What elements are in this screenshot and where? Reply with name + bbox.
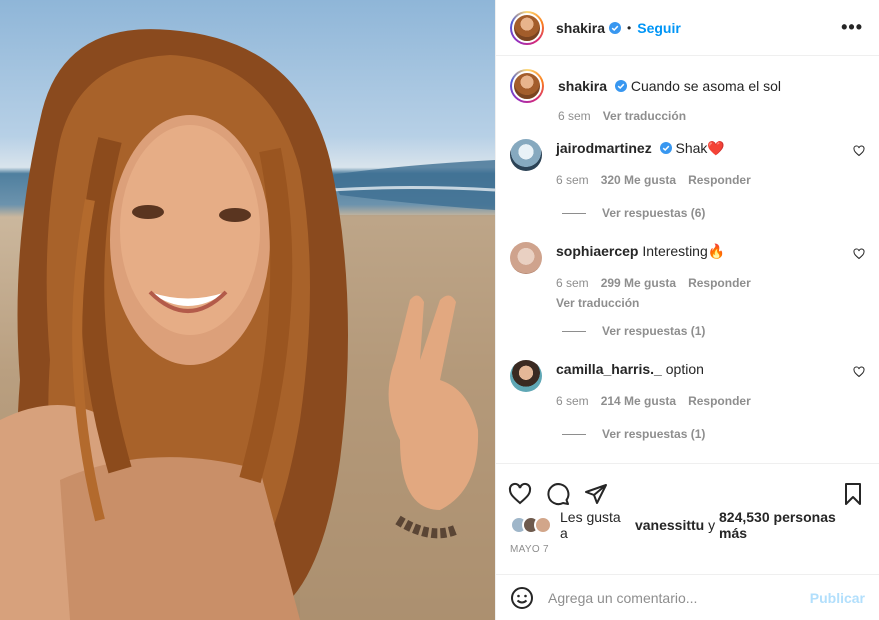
comment-row: jairodmartinez Shak❤️ 6 sem 320 Me gusta… bbox=[510, 139, 865, 189]
comment-time[interactable]: 6 sem bbox=[556, 274, 589, 292]
share-icon[interactable] bbox=[584, 482, 608, 506]
caption-text: Cuando se asoma el sol bbox=[630, 78, 782, 94]
liker-avatars[interactable] bbox=[510, 516, 552, 534]
caption-username[interactable]: shakira bbox=[558, 78, 607, 94]
view-replies-link[interactable]: Ver respuestas (1) bbox=[562, 427, 705, 441]
comment-time[interactable]: 6 sem bbox=[556, 392, 589, 410]
replies-divider bbox=[562, 433, 586, 435]
translate-link[interactable]: Ver traducción bbox=[556, 294, 865, 312]
caption-avatar[interactable] bbox=[510, 69, 544, 103]
publish-button[interactable]: Publicar bbox=[810, 590, 865, 606]
comments-list: shakira Cuando se asoma el sol 6 sem Ver… bbox=[496, 57, 879, 462]
separator-dot: • bbox=[627, 20, 632, 35]
view-replies-label[interactable]: Ver respuestas (1) bbox=[602, 324, 705, 338]
replies-divider bbox=[562, 330, 586, 332]
translate-link[interactable]: Ver traducción bbox=[603, 107, 686, 125]
like-comment-heart-icon[interactable] bbox=[853, 248, 865, 260]
emoji-icon[interactable] bbox=[510, 586, 534, 610]
likes-others-link[interactable]: 824,530 personas más bbox=[719, 509, 865, 541]
comment-likes[interactable]: 320 Me gusta bbox=[601, 171, 676, 189]
post-header: shakira • Seguir ••• bbox=[496, 0, 879, 56]
author-username[interactable]: shakira bbox=[556, 20, 605, 36]
comment-likes[interactable]: 299 Me gusta bbox=[601, 274, 676, 292]
reply-button[interactable]: Responder bbox=[688, 274, 751, 292]
comment-row: sophiaercep Interesting🔥 6 sem 299 Me gu… bbox=[510, 242, 865, 312]
likes-prefix: Les gusta a bbox=[560, 509, 621, 541]
caption-time[interactable]: 6 sem bbox=[558, 107, 591, 125]
likes-summary: Les gusta a vanessittu y 824,530 persona… bbox=[496, 509, 879, 541]
view-replies-link[interactable]: Ver respuestas (1) bbox=[562, 324, 705, 338]
comment-row: camilla_harris._ option 6 sem 214 Me gus… bbox=[510, 360, 865, 410]
heart-icon[interactable] bbox=[508, 482, 532, 506]
comment-icon[interactable] bbox=[546, 482, 570, 506]
like-comment-heart-icon[interactable] bbox=[853, 145, 865, 157]
comment-time[interactable]: 6 sem bbox=[556, 171, 589, 189]
commenter-username[interactable]: sophiaercep bbox=[556, 243, 638, 259]
comment-text: Shak❤️ bbox=[675, 140, 725, 156]
replies-divider bbox=[562, 212, 586, 214]
comment-text: option bbox=[665, 361, 704, 377]
verified-icon bbox=[614, 80, 627, 92]
likes-joiner: y bbox=[708, 517, 716, 533]
commenter-username[interactable]: jairodmartinez bbox=[556, 140, 652, 156]
commenter-avatar[interactable] bbox=[510, 360, 542, 392]
view-replies-label[interactable]: Ver respuestas (1) bbox=[602, 427, 705, 441]
view-replies-link[interactable]: Ver respuestas (6) bbox=[562, 206, 705, 220]
like-comment-heart-icon[interactable] bbox=[853, 366, 865, 378]
add-comment-bar: Agrega un comentario... Publicar bbox=[496, 574, 879, 620]
instagram-post-view: shakira • Seguir ••• shakira Cuando se a bbox=[0, 0, 879, 620]
commenter-avatar[interactable] bbox=[510, 139, 542, 171]
commenter-username[interactable]: camilla_harris._ bbox=[556, 361, 662, 377]
post-actions: Les gusta a vanessittu y 824,530 persona… bbox=[496, 463, 879, 561]
follow-button[interactable]: Seguir bbox=[637, 20, 681, 36]
post-date[interactable]: MAYO 7 bbox=[496, 538, 879, 561]
selfie-illustration bbox=[0, 29, 495, 620]
commenter-avatar[interactable] bbox=[510, 242, 542, 274]
post-photo[interactable] bbox=[0, 0, 495, 620]
author-avatar[interactable] bbox=[510, 10, 544, 45]
reply-button[interactable]: Responder bbox=[688, 392, 751, 410]
caption-row: shakira Cuando se asoma el sol 6 sem Ver… bbox=[510, 69, 865, 125]
more-options-icon[interactable]: ••• bbox=[841, 17, 863, 38]
post-sidebar: shakira • Seguir ••• shakira Cuando se a bbox=[495, 0, 879, 620]
reply-button[interactable]: Responder bbox=[688, 171, 751, 189]
comment-input[interactable]: Agrega un comentario... bbox=[548, 590, 810, 606]
comment-likes[interactable]: 214 Me gusta bbox=[601, 392, 676, 410]
bookmark-icon[interactable] bbox=[841, 482, 865, 506]
comment-text: Interesting🔥 bbox=[642, 243, 726, 259]
verified-icon bbox=[609, 21, 622, 34]
verified-icon bbox=[659, 142, 672, 154]
view-replies-label[interactable]: Ver respuestas (6) bbox=[602, 206, 705, 220]
liker-username[interactable]: vanessittu bbox=[635, 517, 704, 533]
